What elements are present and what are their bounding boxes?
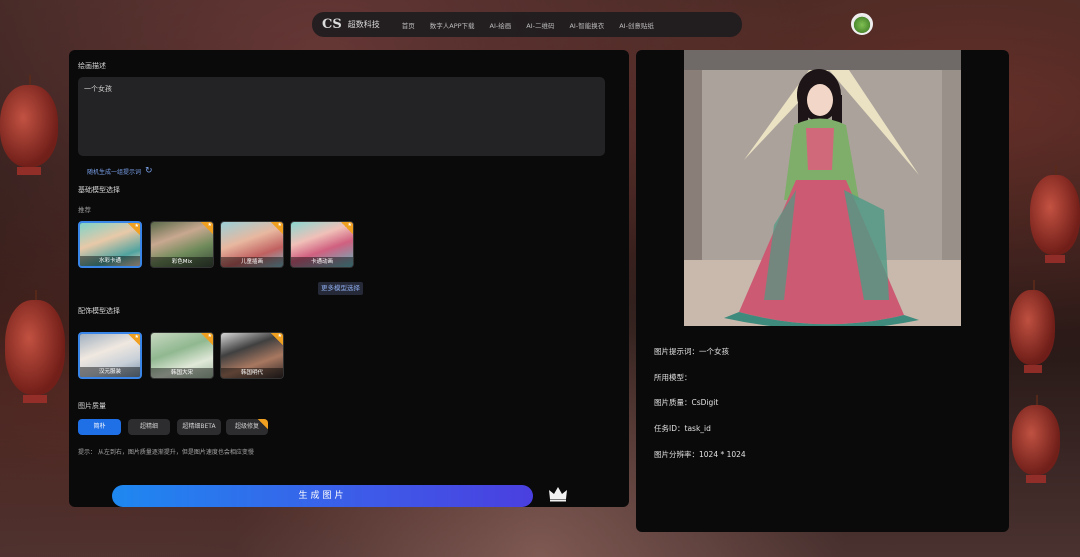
vip-badge: ★ xyxy=(341,222,353,234)
brand[interactable]: CS 超数科技 xyxy=(322,17,380,32)
vip-badge: ★ xyxy=(271,333,283,345)
info-prompt-value: 一个女孩 xyxy=(699,347,729,356)
aux-model-title: 配饰模型选择 xyxy=(78,307,120,315)
lantern-decoration xyxy=(1030,165,1080,263)
info-resolution: 图片分辨率：1024 * 1024 xyxy=(654,449,746,460)
brand-name: 超数科技 xyxy=(347,20,380,29)
vip-badge: ★ xyxy=(128,334,140,346)
info-quality-value: CsDigit xyxy=(691,398,719,407)
generate-button[interactable]: 生成图片 xyxy=(112,485,533,507)
model-label: 水彩卡通 xyxy=(80,256,140,266)
info-resolution-key: 图片分辨率： xyxy=(654,450,699,459)
lantern-decoration xyxy=(1012,395,1060,483)
base-model-title: 基础模型选择 xyxy=(78,186,120,194)
nav-link-home[interactable]: 首页 xyxy=(402,20,415,30)
info-task-id-value: task_id xyxy=(684,424,711,433)
brand-logo: CS xyxy=(322,17,342,32)
aux-model-card[interactable]: ★ 韩国大宋 xyxy=(150,332,214,379)
base-model-card[interactable]: ★ 卡通动画 xyxy=(290,221,354,268)
more-models-button[interactable]: 更多模型选择 xyxy=(318,282,363,295)
quality-option-label: 超级修复 xyxy=(234,423,259,430)
info-task-id-key: 任务ID： xyxy=(654,424,685,433)
settings-panel: 绘画描述 一个女孩 随机生成一组提示词 ↻ 基础模型选择 推荐 ★ 水彩卡通 ★… xyxy=(69,50,629,507)
base-model-card[interactable]: ★ 水彩卡通 xyxy=(78,221,142,268)
vip-badge: ★ xyxy=(271,222,283,234)
refresh-icon: ↻ xyxy=(145,166,153,176)
result-panel: 图片提示词：一个女孩 所用模型： 图片质量：CsDigit 任务ID：task_… xyxy=(636,50,1009,532)
base-model-card[interactable]: ★ 儿童插画 xyxy=(220,221,284,268)
nav-link-ai-qrcode[interactable]: AI-二维码 xyxy=(526,20,554,30)
nav-link-ai-dress[interactable]: AI-智能换衣 xyxy=(569,20,604,30)
quality-option-simple[interactable]: 简朴 xyxy=(78,419,121,435)
vip-badge: ★ xyxy=(201,333,213,345)
info-task-id: 任务ID：task_id xyxy=(654,423,711,434)
lantern-decoration xyxy=(0,75,58,175)
vip-badge xyxy=(258,419,268,429)
info-model-key: 所用模型： xyxy=(654,373,692,382)
model-label: 彩色Mix xyxy=(151,257,213,267)
model-label: 汉元服装 xyxy=(80,367,140,377)
recommend-label: 推荐 xyxy=(78,206,91,214)
info-quality: 图片质量：CsDigit xyxy=(654,397,718,408)
model-label: 韩国大宋 xyxy=(151,368,213,378)
info-prompt-key: 图片提示词： xyxy=(654,347,699,356)
nav-link-ai-sticker[interactable]: AI-创意贴纸 xyxy=(619,20,654,30)
info-resolution-value: 1024 * 1024 xyxy=(699,450,746,459)
quality-title: 图片质量 xyxy=(78,402,106,410)
quality-hint: 提示： 从左到右，图片质量逐渐提升，但是图片速度也会相应变慢 xyxy=(78,449,254,456)
quality-option-fine[interactable]: 超精细 xyxy=(128,419,170,435)
vip-badge: ★ xyxy=(201,222,213,234)
quality-option-repair[interactable]: 超级修复 xyxy=(226,419,268,435)
nav-link-ai-painting[interactable]: AI-绘画 xyxy=(490,20,512,30)
lantern-decoration xyxy=(1010,280,1055,373)
base-model-card[interactable]: ★ 彩色Mix xyxy=(150,221,214,268)
generated-image-art xyxy=(684,50,961,326)
aux-model-card[interactable]: ★ 汉元服装 xyxy=(78,332,142,379)
prompt-input[interactable]: 一个女孩 xyxy=(78,77,605,156)
user-avatar[interactable] xyxy=(851,13,873,35)
random-prompt-label: 随机生成一组提示词 xyxy=(87,168,142,176)
info-model: 所用模型： xyxy=(654,372,692,383)
top-navigation: CS 超数科技 首页 数字人APP下载 AI-绘画 AI-二维码 AI-智能换衣… xyxy=(312,12,742,37)
prompt-title: 绘画描述 xyxy=(78,62,106,70)
vip-badge: ★ xyxy=(128,223,140,235)
generated-image[interactable] xyxy=(684,50,961,326)
crown-icon[interactable] xyxy=(548,486,568,502)
nav-link-app-download[interactable]: 数字人APP下载 xyxy=(430,20,475,30)
model-label: 儿童插画 xyxy=(221,257,283,267)
lantern-decoration xyxy=(5,290,65,403)
quality-option-fine-beta[interactable]: 超精细BETA xyxy=(177,419,221,435)
model-label: 韩国明代 xyxy=(221,368,283,378)
info-quality-key: 图片质量： xyxy=(654,398,692,407)
random-prompt-link[interactable]: 随机生成一组提示词 ↻ xyxy=(87,166,153,176)
model-label: 卡通动画 xyxy=(291,257,353,267)
info-prompt: 图片提示词：一个女孩 xyxy=(654,346,729,357)
aux-model-card[interactable]: ★ 韩国明代 xyxy=(220,332,284,379)
